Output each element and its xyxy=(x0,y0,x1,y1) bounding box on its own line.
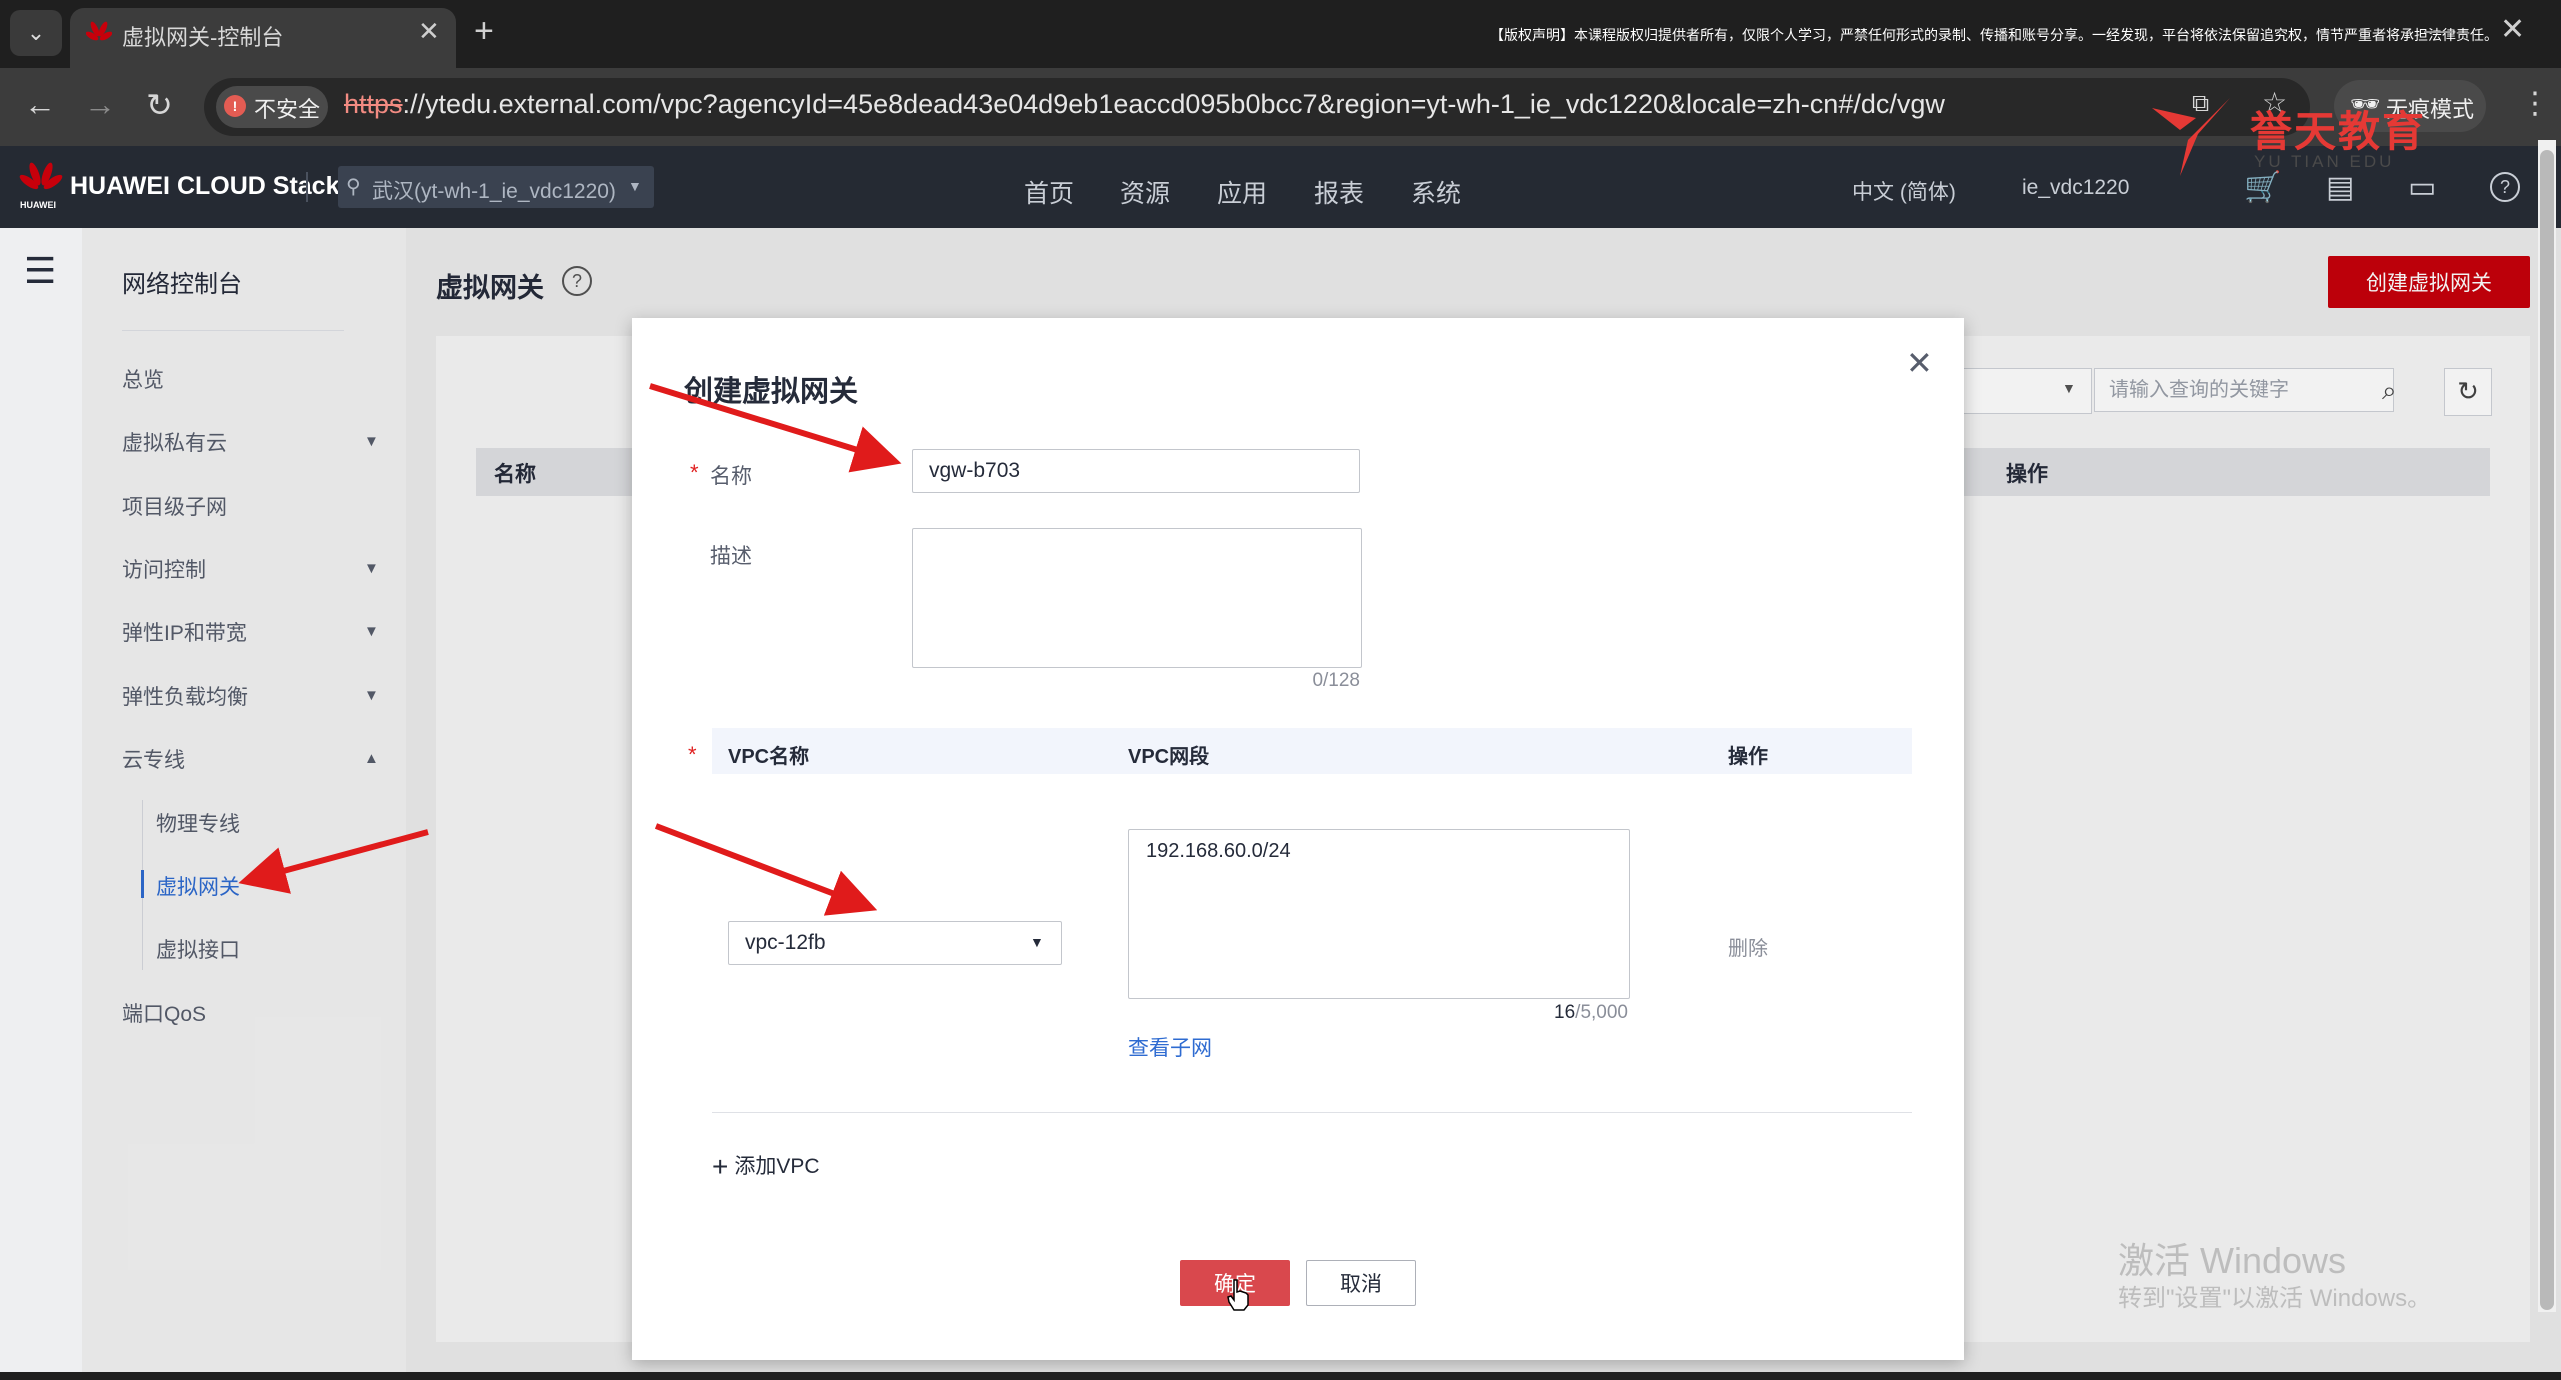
logo-sub: HUAWEI xyxy=(20,200,56,210)
name-label: 名称 xyxy=(710,465,752,488)
plus-icon: + xyxy=(712,1151,729,1182)
app-logo[interactable]: HUAWEI CLOUD Stack xyxy=(70,172,339,201)
yutian-logo-icon xyxy=(2152,98,2230,176)
description-textarea[interactable] xyxy=(912,528,1362,668)
tab-title: 虚拟网关-控制台 xyxy=(122,25,284,50)
cidr-counter-max: /5,000 xyxy=(1575,1002,1628,1023)
name-input[interactable]: vgw-b703 xyxy=(912,449,1360,493)
bottom-bar xyxy=(0,1372,2561,1380)
reload-icon[interactable]: ↻ xyxy=(146,86,173,124)
tab-close-icon[interactable]: ✕ xyxy=(418,16,440,47)
cidr-counter-used: 16 xyxy=(1554,1002,1576,1023)
required-mark: * xyxy=(690,460,699,485)
location-pin-icon: ⚲ xyxy=(346,176,361,198)
cart-icon[interactable]: 🛒 xyxy=(2244,170,2281,205)
help-icon[interactable]: ? xyxy=(2490,172,2520,202)
nav-reports[interactable]: 报表 xyxy=(1314,174,1364,210)
scrollbar-thumb[interactable] xyxy=(2540,150,2554,1310)
back-icon[interactable]: ← xyxy=(24,86,56,123)
language-switch[interactable]: 中文 (简体) xyxy=(1852,176,1956,206)
vpc-cidr-value: 192.168.60.0/24 xyxy=(1146,840,1291,862)
caret-down-icon: ▼ xyxy=(1030,934,1044,950)
menu-icon[interactable]: ☰ xyxy=(24,250,56,292)
view-subnet-link[interactable]: 查看子网 xyxy=(1128,1032,1212,1062)
huawei-logo-icon xyxy=(19,162,63,190)
warning-icon: ! xyxy=(224,95,246,117)
required-mark: * xyxy=(688,742,697,767)
nav-home[interactable]: 首页 xyxy=(1024,174,1074,210)
delete-vpc-link[interactable]: 删除 xyxy=(1728,932,1768,961)
nav-apps[interactable]: 应用 xyxy=(1217,174,1267,210)
close-icon[interactable]: ✕ xyxy=(1906,344,1933,382)
user-menu[interactable]: ie_vdc1220 xyxy=(2022,176,2129,200)
chevron-down-icon: ⌄ xyxy=(26,20,46,45)
insecure-label: 不安全 xyxy=(254,97,321,122)
tab-list-button[interactable]: ⌄ xyxy=(10,10,62,56)
vpc-select[interactable]: vpc-12fb xyxy=(728,921,1062,965)
url-rest: ://ytedu.external.com/vpc?agencyId=45e8d… xyxy=(402,89,1945,119)
description-label: 描述 xyxy=(710,545,752,568)
url-scheme: https xyxy=(344,89,403,119)
region-label: 武汉(yt-wh-1_ie_vdc1220) xyxy=(372,180,616,203)
dialog-divider xyxy=(712,1112,1912,1113)
caret-down-icon: ▼ xyxy=(628,178,642,194)
vpc-column-ops: 操作 xyxy=(1728,746,1768,768)
forward-icon[interactable]: → xyxy=(84,86,116,123)
browser-menu-icon[interactable]: ⋮ xyxy=(2520,86,2550,121)
vpc-column-cidr: VPC网段 xyxy=(1128,746,1210,768)
add-vpc-label: 添加VPC xyxy=(734,1155,820,1178)
dialog-title: 创建虚拟网关 xyxy=(684,376,859,408)
url-text[interactable]: https://ytedu.external.com/vpc?agencyId=… xyxy=(344,89,1945,120)
window-close-icon[interactable]: ✕ xyxy=(2500,12,2525,47)
minimize-icon[interactable]: — xyxy=(2424,14,2452,46)
nav-system[interactable]: 系统 xyxy=(1411,174,1461,210)
cidr-counter: 16/5,000 xyxy=(1554,1002,1628,1024)
message-icon[interactable]: ▭ xyxy=(2408,170,2436,205)
left-rail xyxy=(0,228,82,1380)
hand-cursor-icon xyxy=(1227,1279,1249,1311)
watermark-brand-sub: YU TIAN EDU xyxy=(2254,152,2395,171)
add-vpc-button[interactable]: + 添加VPC xyxy=(712,1150,820,1183)
cancel-button[interactable]: 取消 xyxy=(1306,1260,1416,1306)
order-icon[interactable]: ▤ xyxy=(2326,170,2354,205)
header-divider xyxy=(306,172,308,202)
new-tab-icon[interactable]: + xyxy=(474,12,494,51)
copyright-notice: 【版权声明】本课程版权归提供者所有，仅限个人学习，严禁任何形式的录制、传播和账号… xyxy=(1490,27,2498,43)
nav-resources[interactable]: 资源 xyxy=(1120,174,1170,210)
description-counter: 0/128 xyxy=(1312,670,1360,691)
vpc-column-name: VPC名称 xyxy=(728,746,810,768)
huawei-favicon-icon xyxy=(86,21,112,41)
watermark-brand: 誉天教育 xyxy=(2250,108,2427,155)
